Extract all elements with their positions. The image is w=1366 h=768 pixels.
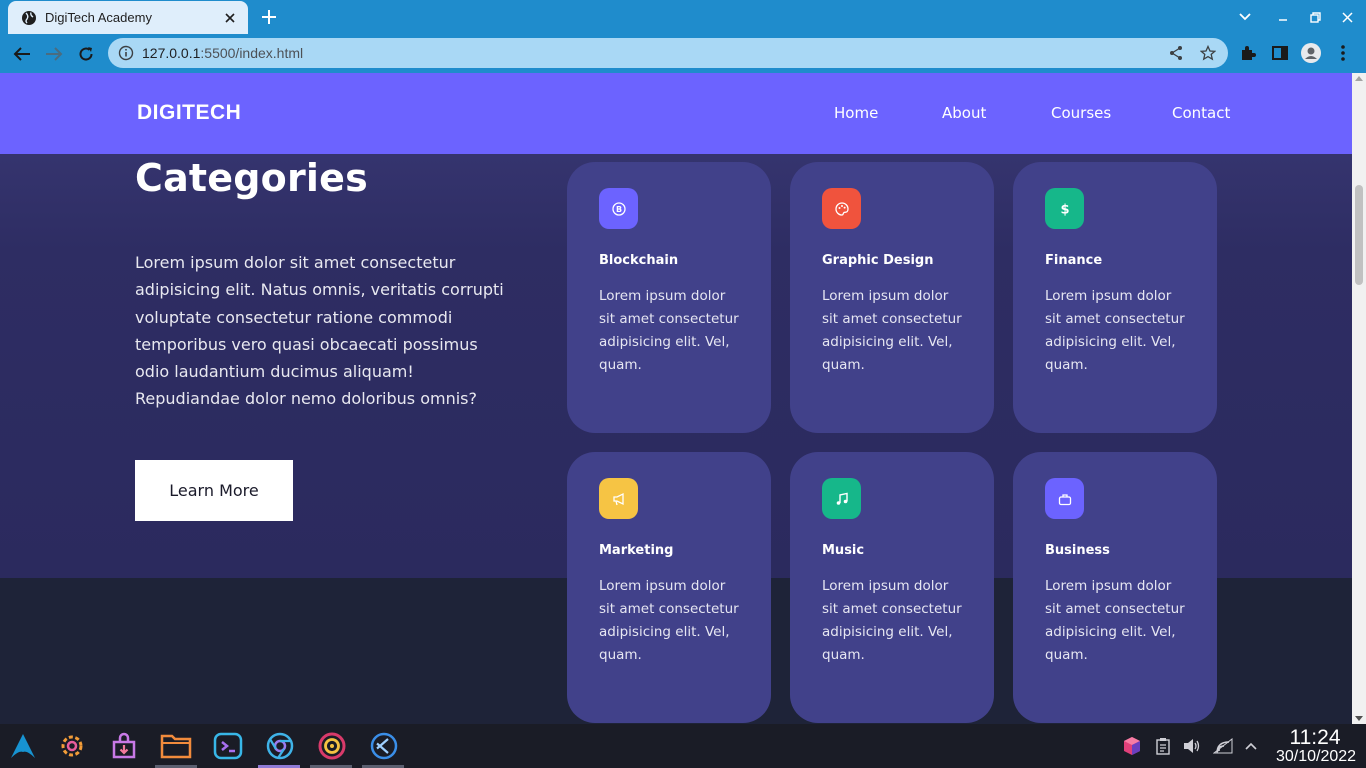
wifi-icon[interactable] — [1213, 736, 1233, 756]
scrollbar-thumb[interactable] — [1355, 185, 1363, 285]
clipboard-icon[interactable] — [1153, 736, 1173, 756]
url-text: 127.0.0.1:5500/index.html — [142, 45, 303, 61]
category-card-blockchain[interactable]: B Blockchain Lorem ipsum dolor sit amet … — [567, 162, 771, 433]
card-title: Graphic Design — [822, 253, 934, 268]
extensions-puzzle-icon[interactable] — [1238, 43, 1258, 63]
bitcoin-icon: B — [599, 188, 638, 229]
category-card-finance[interactable]: $ Finance Lorem ipsum dolor sit amet con… — [1013, 162, 1217, 433]
site-navbar: DIGITECH Home About Courses Contact — [0, 73, 1352, 154]
card-text: Lorem ipsum dolor sit amet consectetur a… — [1045, 578, 1185, 663]
globe-icon — [22, 10, 36, 25]
url-path: :5500/index.html — [200, 45, 304, 61]
reload-icon[interactable] — [74, 42, 98, 66]
settings-gear-icon[interactable] — [55, 729, 89, 763]
site-logo[interactable]: DIGITECH — [137, 101, 241, 125]
nav-home[interactable]: Home — [834, 104, 878, 122]
file-manager-folder-icon[interactable] — [159, 729, 193, 763]
volume-icon[interactable] — [1182, 736, 1202, 756]
nav-courses[interactable]: Courses — [1051, 104, 1111, 122]
card-text: Lorem ipsum dolor sit amet consectetur a… — [822, 578, 962, 663]
chevron-up-icon[interactable] — [1241, 736, 1261, 756]
url-host: 127.0.0.1 — [142, 45, 201, 61]
nav-about[interactable]: About — [942, 104, 986, 122]
close-window-icon[interactable] — [1336, 6, 1358, 28]
card-title: Blockchain — [599, 253, 679, 268]
learn-more-button[interactable]: Learn More — [135, 460, 293, 521]
media-player-icon[interactable] — [315, 729, 349, 763]
scroll-down-arrow-icon[interactable] — [1355, 716, 1363, 721]
new-tab-button[interactable] — [258, 6, 280, 28]
close-tab-icon[interactable] — [222, 10, 238, 26]
card-text: Lorem ipsum dolor sit amet consectetur a… — [822, 288, 962, 373]
browser-tab[interactable]: DigiTech Academy — [8, 1, 248, 34]
forward-arrow-icon[interactable] — [42, 42, 66, 66]
card-title: Finance — [1045, 253, 1103, 268]
bookmark-star-icon[interactable] — [1200, 45, 1216, 61]
nav-contact[interactable]: Contact — [1172, 104, 1230, 122]
tab-search-icon[interactable] — [1234, 6, 1256, 28]
page-viewport: DIGITECH Home About Courses Contact Cate… — [0, 73, 1352, 724]
profile-avatar-icon[interactable] — [1301, 43, 1321, 63]
categories-description: Lorem ipsum dolor sit amet consectetur a… — [135, 253, 504, 409]
card-text: Lorem ipsum dolor sit amet consectetur a… — [599, 578, 739, 663]
card-title: Music — [822, 543, 865, 558]
site-info-icon[interactable] — [118, 45, 134, 61]
browser-toolbar: 127.0.0.1:5500/index.html — [0, 34, 1366, 73]
software-store-icon[interactable] — [107, 729, 141, 763]
os-taskbar: 11:24 30/10/2022 — [0, 724, 1366, 768]
music-note-icon — [822, 478, 861, 519]
browser-tab-strip: DigiTech Academy — [0, 0, 1366, 34]
vscode-icon[interactable] — [367, 729, 401, 763]
back-arrow-icon[interactable] — [10, 42, 34, 66]
address-bar[interactable]: 127.0.0.1:5500/index.html — [108, 38, 1228, 68]
side-panel-icon[interactable] — [1270, 43, 1290, 63]
clock-date[interactable]: 30/10/2022 — [1268, 748, 1364, 766]
terminal-icon[interactable] — [211, 729, 245, 763]
briefcase-icon — [1045, 478, 1084, 519]
package-cube-icon[interactable] — [1122, 736, 1142, 756]
page-scrollbar[interactable] — [1352, 73, 1366, 724]
chrome-browser-icon[interactable] — [263, 729, 297, 763]
tab-title: DigiTech Academy — [45, 10, 152, 25]
scroll-up-arrow-icon[interactable] — [1355, 76, 1363, 81]
card-title: Business — [1045, 543, 1110, 558]
card-text: Lorem ipsum dolor sit amet consectetur a… — [1045, 288, 1185, 373]
category-card-business[interactable]: Business Lorem ipsum dolor sit amet cons… — [1013, 452, 1217, 723]
restore-icon[interactable] — [1304, 6, 1326, 28]
svg-text:$: $ — [1060, 202, 1069, 216]
dollar-icon: $ — [1045, 188, 1084, 229]
menu-kebab-icon[interactable] — [1333, 43, 1353, 63]
clock-time[interactable]: 11:24 — [1270, 726, 1360, 750]
category-card-marketing[interactable]: Marketing Lorem ipsum dolor sit amet con… — [567, 452, 771, 723]
card-title: Marketing — [599, 543, 674, 558]
minimize-icon[interactable] — [1272, 6, 1294, 28]
card-text: Lorem ipsum dolor sit amet consectetur a… — [599, 288, 739, 373]
category-card-graphic-design[interactable]: Graphic Design Lorem ipsum dolor sit ame… — [790, 162, 994, 433]
app-launcher-icon[interactable] — [6, 729, 40, 763]
megaphone-icon — [599, 478, 638, 519]
category-card-music[interactable]: Music Lorem ipsum dolor sit amet consect… — [790, 452, 994, 723]
share-icon[interactable] — [1168, 45, 1184, 61]
categories-heading: Categories — [135, 156, 368, 200]
palette-icon — [822, 188, 861, 229]
svg-text:B: B — [615, 205, 621, 214]
